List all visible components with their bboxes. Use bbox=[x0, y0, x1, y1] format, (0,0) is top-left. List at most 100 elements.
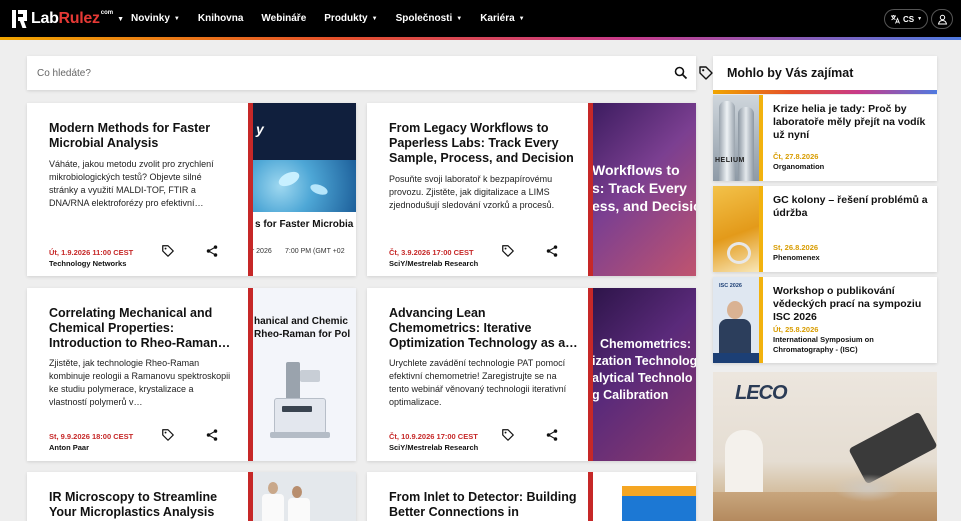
nav-item-spolecnosti[interactable]: Společnosti ▼ bbox=[396, 13, 463, 24]
instrument-image bbox=[270, 362, 330, 440]
webinar-card[interactable]: IR Microscopy to Streamline Your Micropl… bbox=[27, 472, 356, 521]
share-icon[interactable] bbox=[205, 428, 219, 442]
main-menu: Novinky ▼ Knihovna Webináře Produkty ▼ Spo… bbox=[131, 0, 543, 37]
people-image bbox=[292, 486, 302, 498]
image-text: alytical Technolo bbox=[592, 371, 693, 385]
tag-icon[interactable] bbox=[698, 65, 714, 81]
card-organizer: Anton Paar bbox=[49, 443, 90, 452]
nav-item-knihovna[interactable]: Knihovna bbox=[198, 13, 244, 24]
user-icon bbox=[937, 14, 947, 24]
card-description: Posuňte svoji laboratoř k bezpapírovému … bbox=[389, 174, 555, 210]
card-organizer: SciY/Mestrelab Research bbox=[389, 259, 479, 268]
accent-bar bbox=[759, 95, 763, 181]
sidebar-article-date: Čt, 27.8.2026 bbox=[773, 152, 819, 161]
accent-bar bbox=[759, 186, 763, 272]
webinar-card[interactable]: Modern Methods for Faster Microbial Anal… bbox=[27, 103, 356, 276]
search-bar bbox=[27, 56, 713, 90]
microbe-image bbox=[248, 160, 356, 212]
nav-item-kariera[interactable]: Kariéra ▼ bbox=[480, 13, 524, 24]
image-text: Workflows to bbox=[592, 162, 680, 178]
sidebar-article[interactable]: GC kolony – řešení problémů a údržba St,… bbox=[713, 186, 937, 272]
search-input[interactable] bbox=[37, 64, 597, 82]
webinar-card[interactable]: From Legacy Workflows to Paperless Labs:… bbox=[367, 103, 696, 276]
card-description: Urychlete zavádění technologie PAT pomoc… bbox=[389, 358, 567, 407]
sidebar-article-organizer: Organomation bbox=[773, 162, 825, 171]
share-icon[interactable] bbox=[205, 244, 219, 258]
people-image bbox=[262, 494, 284, 521]
tag-icon[interactable] bbox=[501, 244, 515, 258]
tag-icon[interactable] bbox=[161, 428, 175, 442]
card-title[interactable]: From Legacy Workflows to Paperless Labs:… bbox=[389, 121, 579, 166]
language-switcher[interactable]: CS ▼ bbox=[884, 9, 928, 29]
helium-cylinders-image: HELIUM bbox=[713, 95, 759, 181]
accent-bar bbox=[248, 472, 253, 521]
people-image bbox=[268, 482, 278, 494]
card-description: Váháte, jakou metodu zvolit pro zrychlen… bbox=[49, 159, 214, 208]
card-title[interactable]: Modern Methods for Faster Microbial Anal… bbox=[49, 121, 239, 151]
card-title[interactable]: From Inlet to Detector: Building Better … bbox=[389, 490, 579, 520]
chevron-down-icon: ▼ bbox=[917, 16, 923, 22]
chevron-down-icon: ▼ bbox=[173, 15, 180, 22]
search-icon[interactable] bbox=[673, 65, 689, 81]
user-account-button[interactable] bbox=[931, 9, 953, 29]
image-text: ization Technolog bbox=[592, 354, 696, 368]
sidebar-heading: Mohlo by Vás zajímat bbox=[727, 66, 854, 80]
isc-label: ISC 2026 bbox=[719, 283, 742, 289]
image-band bbox=[622, 486, 696, 496]
dust-image bbox=[833, 474, 903, 502]
card-date: Út, 1.9.2026 11:00 CEST bbox=[49, 248, 134, 257]
language-code: CS bbox=[902, 14, 915, 24]
nav-item-produkty[interactable]: Produkty ▼ bbox=[324, 13, 377, 24]
sidebar-article-date: Út, 25.8.2026 bbox=[773, 325, 819, 334]
sidebar-article-title[interactable]: GC kolony – řešení problémů a údržba bbox=[773, 194, 931, 220]
tag-icon[interactable] bbox=[161, 244, 175, 258]
webinar-card[interactable]: Correlating Mechanical and Chemical Prop… bbox=[27, 288, 356, 461]
card-image[interactable]: Chemometrics: ization Technolog alytical… bbox=[588, 288, 696, 461]
people-image bbox=[288, 498, 310, 521]
nav-item-webinare[interactable]: Webináře bbox=[261, 13, 306, 24]
advertisement-banner[interactable]: LECO bbox=[713, 372, 937, 521]
card-image[interactable]: y s for Faster Microbia er 2026 7:00 PM … bbox=[248, 103, 356, 276]
sidebar-article[interactable]: HELIUM Krize helia je tady: Proč by labo… bbox=[713, 95, 937, 181]
helium-label: HELIUM bbox=[715, 157, 745, 164]
card-title[interactable]: Correlating Mechanical and Chemical Prop… bbox=[49, 306, 239, 351]
sidebar-article[interactable]: ISC 2026 Workshop o publikování vědeckýc… bbox=[713, 277, 937, 363]
share-icon[interactable] bbox=[545, 244, 559, 258]
card-image[interactable]: hanical and Chemic Rheo-Raman for Pol bbox=[248, 288, 356, 461]
webinar-card[interactable]: Advancing Lean Chemometrics: Iterative O… bbox=[367, 288, 696, 461]
gc-column-image bbox=[713, 186, 759, 272]
translate-icon bbox=[890, 15, 900, 24]
image-text: g Calibration bbox=[592, 388, 669, 402]
chevron-down-icon: ▼ bbox=[456, 15, 463, 22]
card-date: Čt, 3.9.2026 17:00 CEST bbox=[389, 248, 474, 257]
image-text: s for Faster Microbia bbox=[255, 219, 354, 230]
top-navigation-bar: LabRulez com ▼ Novinky ▼ Knihovna Webinář… bbox=[0, 0, 961, 37]
card-title[interactable]: IR Microscopy to Streamline Your Micropl… bbox=[49, 490, 239, 520]
accent-bar bbox=[759, 277, 763, 363]
image-text: s: Track Every bbox=[592, 180, 687, 196]
card-title[interactable]: Advancing Lean Chemometrics: Iterative O… bbox=[389, 306, 579, 351]
accent-bar bbox=[588, 103, 593, 276]
accent-bar bbox=[248, 288, 253, 461]
image-text: Chemometrics: bbox=[600, 337, 691, 351]
sidebar-article-organizer: Phenomenex bbox=[773, 253, 820, 262]
card-image[interactable] bbox=[248, 472, 356, 521]
logo-mark-icon bbox=[12, 10, 28, 28]
accent-bar bbox=[248, 103, 253, 276]
card-image[interactable] bbox=[588, 472, 696, 521]
webinar-card[interactable]: From Inlet to Detector: Building Better … bbox=[367, 472, 696, 521]
nav-item-novinky[interactable]: Novinky ▼ bbox=[131, 13, 180, 24]
sidebar-article-organizer: International Symposium on Chromatograph… bbox=[773, 335, 874, 354]
accent-bar bbox=[588, 288, 593, 461]
share-icon[interactable] bbox=[545, 428, 559, 442]
card-organizer: SciY/Mestrelab Research bbox=[389, 443, 479, 452]
image-text: 7:00 PM (GMT +02 bbox=[285, 248, 345, 255]
card-image[interactable]: Workflows to s: Track Every ess, and Dec… bbox=[588, 103, 696, 276]
labrulez-logo[interactable]: LabRulez com ▼ bbox=[12, 9, 124, 29]
sidebar-article-title[interactable]: Workshop o publikování vědeckých prací n… bbox=[773, 285, 931, 324]
leco-logo: LECO bbox=[735, 382, 788, 404]
sidebar-article-title[interactable]: Krize helia je tady: Proč by laboratoře … bbox=[773, 103, 931, 142]
card-description: Zjistěte, jak technologie Rheo-Raman kom… bbox=[49, 358, 231, 407]
tag-icon[interactable] bbox=[501, 428, 515, 442]
image-text: ess, and Decisio bbox=[592, 198, 696, 214]
